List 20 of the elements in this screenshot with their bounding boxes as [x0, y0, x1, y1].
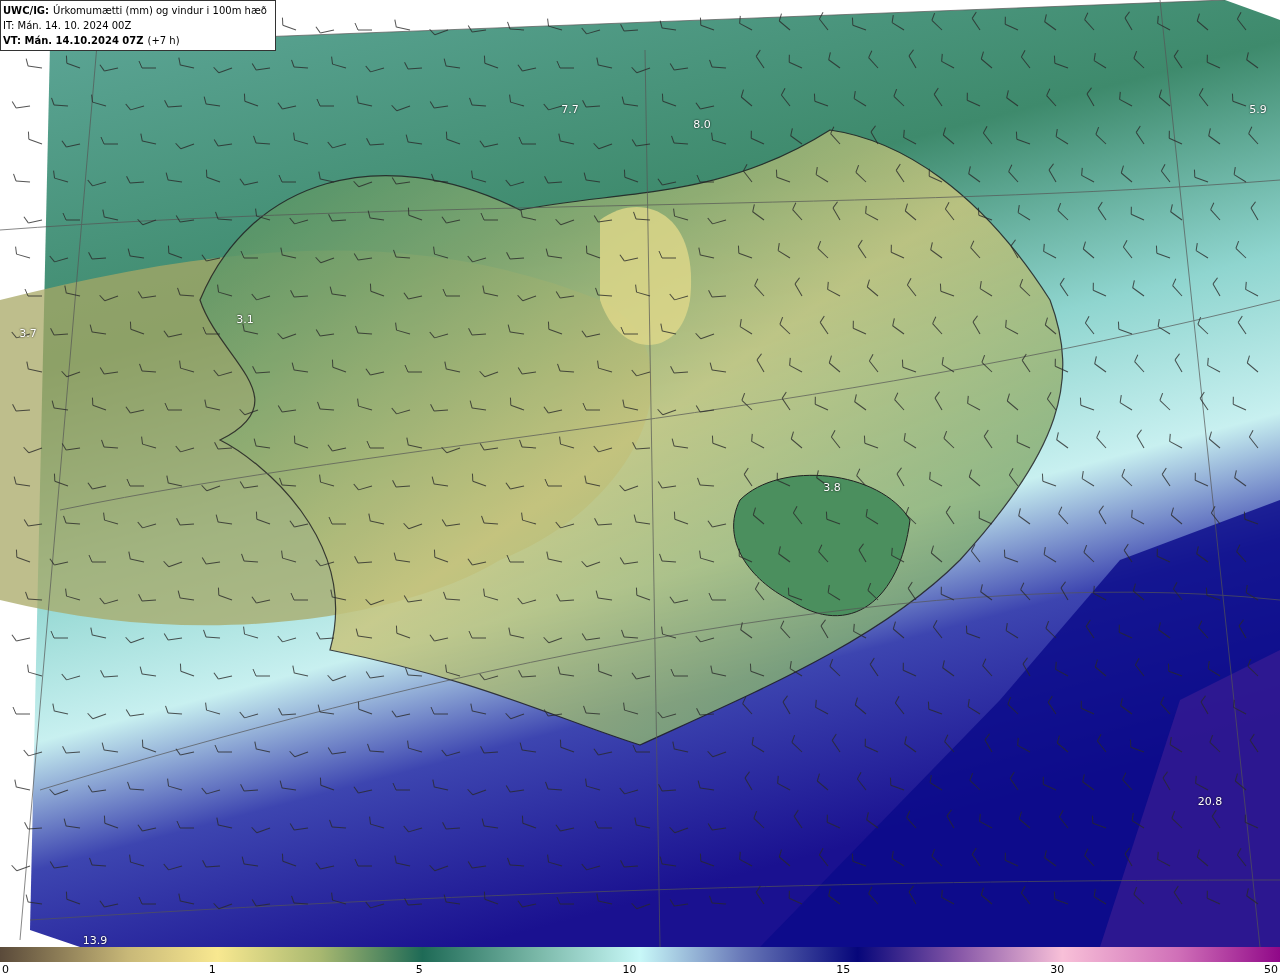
value-label: 3.8	[823, 481, 841, 493]
map-title: Úrkomumætti (mm) og vindur i 100m hæð	[53, 3, 267, 18]
forecast-offset: (+7 h)	[147, 34, 180, 48]
scale-tick-label: 30	[1050, 962, 1065, 978]
scale-tick-label: 15	[836, 962, 851, 978]
value-label: 7.7	[561, 103, 579, 115]
valid-time: VT: Mán. 14.10.2024 07Z	[3, 34, 144, 48]
value-label: 3.7	[19, 327, 37, 339]
scale-tick-label: 5	[415, 962, 423, 978]
value-label: 5.9	[1249, 103, 1267, 115]
scale-tick-label: 1	[208, 962, 216, 978]
value-label: 3.1	[236, 313, 254, 325]
scale-tick-label: 50	[1263, 962, 1278, 978]
scale-tick-label: 0	[2, 962, 9, 978]
scale-tick-label: 10	[622, 962, 637, 978]
model-label: UWC/IG:	[3, 4, 50, 18]
value-label: 13.9	[82, 934, 108, 946]
issue-time: IT: Mán. 14. 10. 2024 00Z	[3, 19, 133, 33]
value-label: 20.8	[1197, 795, 1223, 807]
value-label: 8.0	[693, 118, 711, 130]
